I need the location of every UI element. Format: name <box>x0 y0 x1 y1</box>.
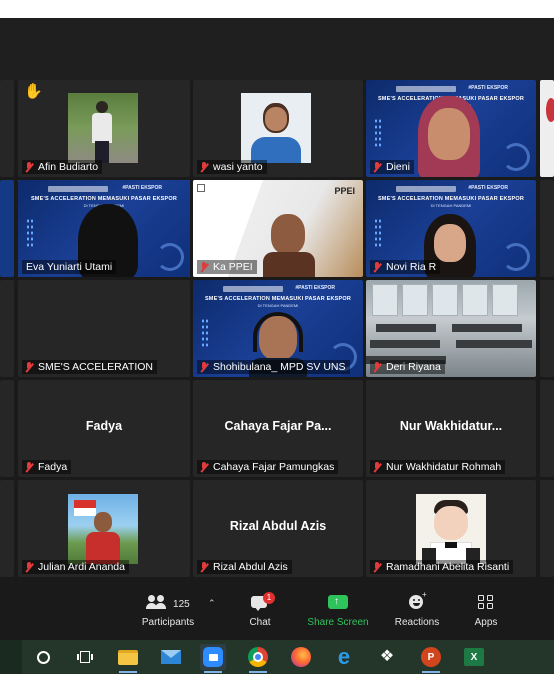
video-thumbnail <box>68 93 138 163</box>
video-thumbnail <box>416 494 486 564</box>
participant-tile[interactable]: Fadya Fadya <box>18 380 190 477</box>
participant-name: Shohibulana_ MPD SV UNS <box>197 360 350 374</box>
participant-display-name: Cahaya Fajar Pa... <box>224 418 332 433</box>
participant-tile-active-speaker[interactable]: #PASTI EKSPOR SME'S ACCELERATION MEMASUK… <box>18 180 190 277</box>
participant-tile[interactable]: Nur Wakhidatur... Nur Wakhidatur Rohmah <box>366 380 536 477</box>
ppei-logo: PPEI <box>334 186 355 196</box>
chrome-icon[interactable] <box>245 644 271 673</box>
participant-name: Afin Budiarto <box>22 160 103 174</box>
search-circle-icon[interactable] <box>30 644 56 670</box>
participant-video <box>271 214 305 254</box>
participant-tile[interactable]: Julian Ardi Ananda <box>18 480 190 577</box>
participant-tile[interactable]: PPEI Ka PPEI <box>193 180 363 277</box>
participant-name: Dieni <box>370 160 414 174</box>
apps-button[interactable]: Apps <box>466 594 506 628</box>
participant-name: Ramadhani Abelita Risanti <box>370 560 514 574</box>
participants-button[interactable]: 125 Participants <box>138 594 198 628</box>
video-thumbnail <box>68 494 138 564</box>
reactions-button[interactable]: + Reactions <box>390 590 444 628</box>
meeting-top-bar <box>0 18 554 80</box>
participant-tile-edge-right <box>540 80 554 177</box>
mic-muted-icon <box>372 561 382 573</box>
participant-tile[interactable]: #PASTI EKSPOR SME'S ACCELERATION MEMASUK… <box>193 280 363 377</box>
participant-name: Novi Ria R <box>370 260 441 274</box>
excel-icon[interactable]: X <box>461 644 487 670</box>
participant-tile-edge-left <box>0 80 14 177</box>
reactions-smiley-icon: + <box>408 590 427 610</box>
participant-name: Ka PPEI <box>197 260 257 274</box>
share-screen-button[interactable]: ↑ Share Screen <box>304 594 372 628</box>
mail-icon[interactable] <box>158 644 184 670</box>
participant-video <box>259 316 297 360</box>
zoom-icon[interactable] <box>200 644 226 673</box>
mic-muted-icon <box>372 461 382 473</box>
gallery-view: ✋ Afin Budiarto wasi yanto #PASTI EKSPOR… <box>0 80 554 584</box>
participant-tile[interactable]: #PASTI EKSPOR SME'S ACCELERATION MEMASUK… <box>366 180 536 277</box>
mic-muted-icon <box>24 361 34 373</box>
pasti-ekspor-logo: #PASTI EKSPOR <box>468 85 508 91</box>
chat-unread-badge: 1 <box>263 592 275 604</box>
participant-tile-edge-left <box>0 480 14 577</box>
participant-tile-edge-left <box>0 180 14 277</box>
video-thumbnail <box>241 93 311 163</box>
mic-muted-icon <box>24 561 34 573</box>
participant-display-name: Fadya <box>85 418 123 433</box>
taskbar-left-edge <box>0 640 22 674</box>
participant-tile[interactable]: Ramadhani Abelita Risanti <box>366 480 536 577</box>
participant-tile[interactable]: wasi yanto <box>193 80 363 177</box>
participant-name: SME'S ACCELERATION <box>22 360 158 374</box>
task-view-icon[interactable] <box>72 644 98 670</box>
participants-icon <box>146 594 168 610</box>
participant-name: Cahaya Fajar Pamungkas <box>197 460 339 474</box>
participant-tile[interactable]: ✋ Afin Budiarto <box>18 80 190 177</box>
file-explorer-icon[interactable] <box>115 644 141 673</box>
mic-muted-icon <box>372 261 382 273</box>
mic-muted-icon <box>199 161 209 173</box>
chat-button[interactable]: 1 Chat <box>236 592 284 628</box>
participant-tile-edge-left <box>0 380 14 477</box>
participant-tile-edge-right <box>540 480 554 577</box>
firefox-icon[interactable] <box>288 644 314 670</box>
participant-display-name: Nur Wakhidatur... <box>399 418 503 433</box>
edge-icon[interactable]: e <box>331 644 357 670</box>
participant-name: Eva Yuniarti Utami <box>22 260 117 274</box>
mic-muted-icon <box>199 361 209 373</box>
mic-muted-icon <box>372 361 382 373</box>
powerpoint-icon[interactable]: P <box>418 644 444 673</box>
meeting-controls-bar: 125 Participants ⌃ 1 Chat ↑ Share Screen… <box>0 584 554 640</box>
mic-muted-icon <box>199 261 209 273</box>
mic-muted-icon <box>24 161 34 173</box>
participant-name: Julian Ardi Ananda <box>22 560 129 574</box>
participant-name: Deri Riyana <box>370 360 445 374</box>
window-top-edge <box>0 0 554 18</box>
apps-icon <box>478 594 494 610</box>
participant-name: wasi yanto <box>197 160 267 174</box>
participant-tile-edge-right <box>540 280 554 377</box>
participant-tile[interactable]: SME'S ACCELERATION <box>18 280 190 377</box>
participant-tile[interactable]: Deri Riyana <box>366 280 536 377</box>
participant-tile[interactable]: Cahaya Fajar Pa... Cahaya Fajar Pamungka… <box>193 380 363 477</box>
participant-tile[interactable]: Rizal Abdul Azis Rizal Abdul Azis <box>193 480 363 577</box>
participants-options-chevron-icon[interactable]: ⌃ <box>208 598 216 609</box>
mic-muted-icon <box>199 461 209 473</box>
participant-name: Fadya <box>22 460 72 474</box>
raised-hand-icon: ✋ <box>24 83 43 100</box>
participants-count: 125 <box>173 599 190 610</box>
windows-taskbar: e ❖ P X <box>0 640 554 674</box>
share-screen-icon: ↑ <box>328 594 348 610</box>
participant-tile-edge-right <box>540 180 554 277</box>
participant-tile-edge-right <box>540 380 554 477</box>
dropbox-icon[interactable]: ❖ <box>374 644 400 670</box>
participant-name: Rizal Abdul Azis <box>197 560 292 574</box>
mic-muted-icon <box>372 161 382 173</box>
mic-muted-icon <box>24 461 34 473</box>
participant-tile-edge-left <box>0 280 14 377</box>
mic-muted-icon <box>199 561 209 573</box>
participant-display-name: Rizal Abdul Azis <box>229 518 327 533</box>
participant-tile[interactable]: #PASTI EKSPOR SME'S ACCELERATION MEMASUK… <box>366 80 536 177</box>
participant-name: Nur Wakhidatur Rohmah <box>370 460 506 474</box>
